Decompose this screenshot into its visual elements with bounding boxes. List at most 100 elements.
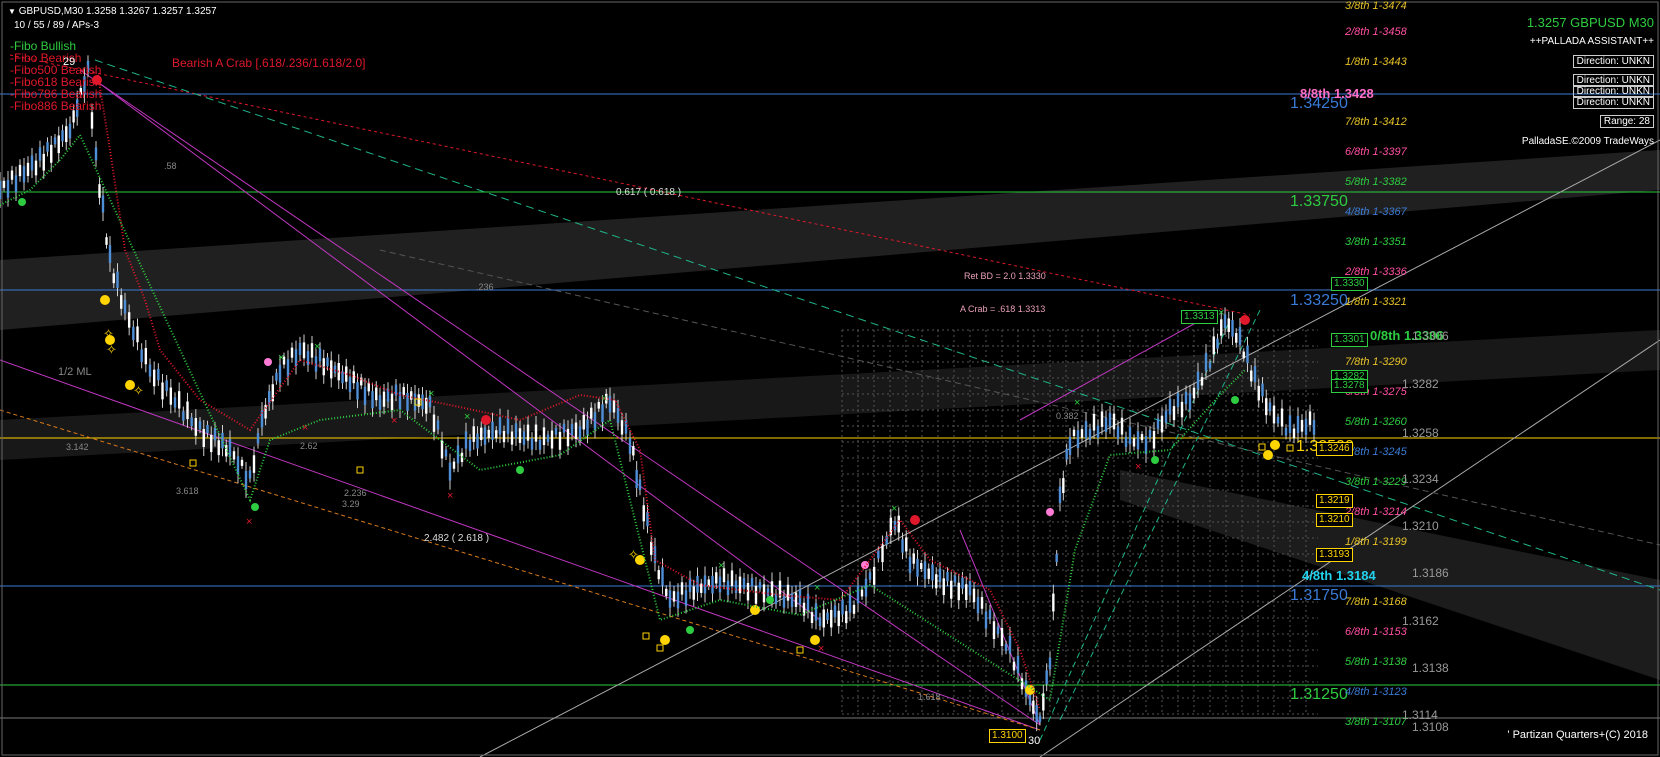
candle-body [794, 592, 798, 607]
green-dot [686, 626, 694, 634]
candle-body [1124, 436, 1128, 447]
candle-body [742, 578, 746, 589]
footer-credit: ' Partizan Quarters+(C) 2018 [1507, 729, 1648, 741]
ratio-0382: 0.382 [1056, 411, 1079, 421]
candle-body [1164, 410, 1168, 423]
red-x-icon: × [246, 516, 252, 528]
candle-body [390, 393, 394, 411]
candle-body [988, 609, 992, 620]
murrey-label: 6/8th 1-3397 [1345, 146, 1407, 158]
murrey-label: 6/8th 1-3153 [1345, 626, 1407, 638]
ratio-0236: .236 [476, 282, 494, 292]
scale-label: 1.3108 [1412, 720, 1449, 734]
label-29: 29 [63, 56, 76, 68]
candle-body [2, 180, 6, 188]
candle-body [213, 428, 217, 441]
candle-body [754, 585, 758, 604]
dropdown-triangle-icon[interactable]: ▼ [8, 7, 16, 16]
candle-body [1208, 362, 1212, 369]
boxed-label: 1.3210 [1316, 513, 1353, 527]
candle-body [1308, 411, 1312, 425]
candle-body [684, 590, 688, 606]
candle-body [333, 365, 337, 374]
candle-body [968, 580, 972, 596]
candle-body [856, 585, 860, 604]
red-dot [1240, 315, 1250, 325]
scale-label: 1.3138 [1412, 661, 1449, 675]
candle-body [152, 369, 156, 387]
green-dot [18, 198, 26, 206]
candle-body [1231, 320, 1234, 337]
candle-body [65, 126, 68, 143]
boxed-label: 1.3301 [1331, 333, 1368, 347]
scale-label: 1.3234 [1402, 472, 1439, 486]
candle-body [236, 456, 240, 475]
candle-body [10, 170, 14, 180]
candle-body [1246, 345, 1249, 364]
candle-body [410, 391, 413, 400]
candle-body [140, 349, 143, 363]
candle-body [860, 589, 864, 597]
ratio-329: 3.29 [342, 499, 360, 509]
scale-label: 1.3258 [1402, 426, 1439, 440]
candle-body [953, 575, 957, 583]
candle-body [927, 568, 930, 579]
star-icon: ✧ [106, 343, 117, 358]
candle-body [182, 411, 185, 421]
indicator-line: 10 / 55 / 89 / APs-3 [14, 20, 100, 31]
yellow-dot [750, 605, 760, 615]
candle-body [992, 621, 996, 639]
boxed-label: 1.3330 [1331, 277, 1368, 291]
candle-body [1048, 657, 1052, 670]
candle-body [923, 561, 927, 580]
candle-body [661, 567, 664, 586]
candle-body [786, 584, 790, 601]
candle-body [646, 511, 649, 527]
quarter-label: 1.31750 [1290, 587, 1348, 604]
pallada-direction-4: Direction: UNKN [1572, 96, 1654, 109]
candle-body [1096, 425, 1100, 439]
yellow-square [656, 644, 664, 652]
candle-body [378, 395, 382, 410]
candle-body [715, 572, 718, 584]
green-x-icon: × [718, 560, 724, 572]
candle-body [665, 588, 668, 597]
candle-body [1268, 402, 1272, 412]
candle-body [638, 479, 642, 490]
candle-body [1300, 419, 1304, 432]
candle-body [1072, 429, 1076, 437]
candle-body [650, 541, 653, 555]
candle-body [635, 469, 638, 488]
candle-body [0, 181, 2, 199]
candle-body [244, 471, 248, 489]
candle-body [123, 299, 127, 314]
candle-body [326, 357, 329, 367]
candle-body [624, 419, 628, 434]
candle-body [402, 387, 405, 396]
chart-window[interactable]: × × × × × × × × × × × × × × × × ✧ ✧ ✧ ✧ ▼ GBPUSD,M30 1.3258… [0, 0, 1660, 757]
candle-body [382, 391, 386, 407]
candle-body [286, 359, 290, 377]
candle-body [1035, 704, 1038, 723]
candle-body [1148, 429, 1152, 439]
candle-body [864, 578, 868, 597]
red-x-icon: × [447, 490, 453, 502]
ratio-262: 2.62 [300, 441, 318, 451]
candle-body [920, 562, 923, 569]
candle-body [1016, 655, 1020, 674]
candle-body [1272, 405, 1276, 424]
candle-body [550, 430, 554, 449]
candle-body [432, 414, 436, 432]
candle-body [101, 195, 105, 213]
candle-body [1008, 635, 1012, 654]
candle-body [42, 153, 45, 171]
green-dot [766, 596, 774, 604]
candle-body [18, 164, 22, 177]
candle-body [1112, 413, 1116, 430]
fib-0617-label: 0.617 ( 0.618 ) [616, 187, 682, 198]
candle-body [574, 422, 578, 440]
candle-body [1180, 401, 1184, 418]
candle-body [1038, 715, 1042, 723]
candle-body [310, 343, 314, 358]
fib-2482-label: 2.482 ( 2.618 ) [424, 533, 490, 544]
